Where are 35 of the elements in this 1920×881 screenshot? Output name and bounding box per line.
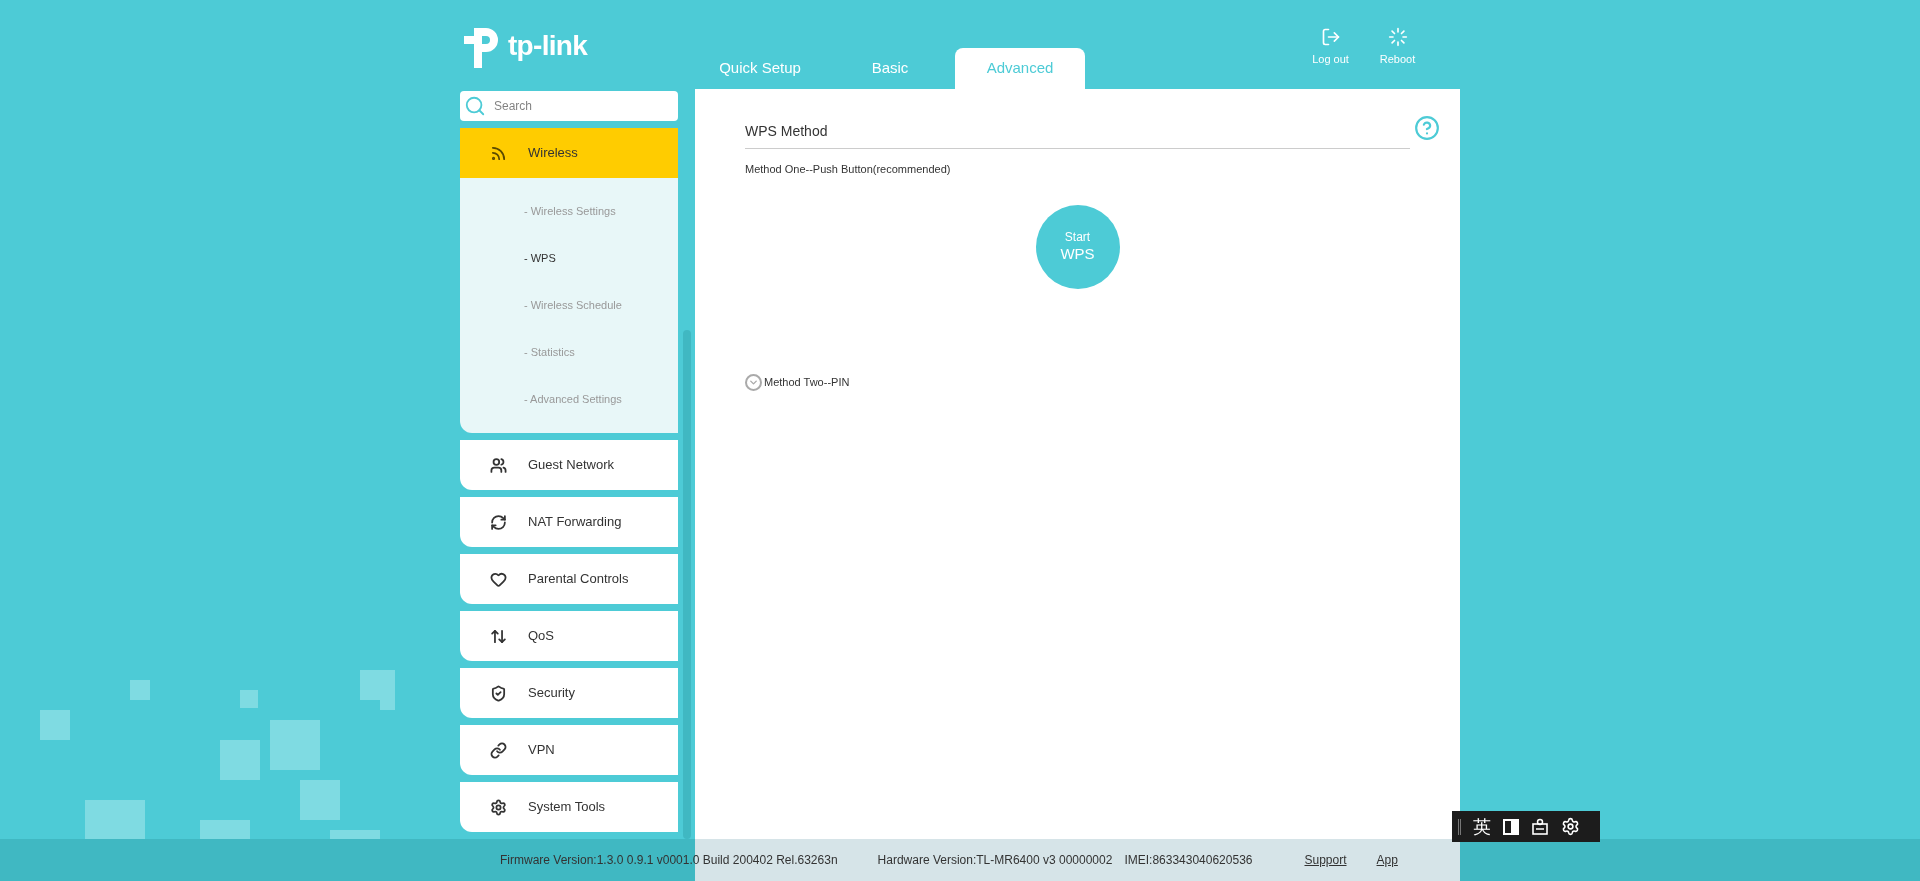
settings-icon[interactable]: [1561, 817, 1580, 836]
ime-language-button[interactable]: 英: [1473, 817, 1491, 836]
wifi-icon: [490, 144, 507, 162]
section-title: WPS Method: [745, 122, 828, 141]
chevron-down-icon: [745, 373, 762, 391]
imei-text: IMEI:863343040620536: [1124, 852, 1253, 869]
refresh-icon: [490, 513, 507, 531]
logout-icon: [1320, 26, 1341, 47]
sidebar-item[interactable]: Guest Network: [460, 440, 678, 490]
people-icon: [490, 456, 507, 474]
heart-icon: [490, 570, 507, 588]
submenu-item[interactable]: - WPS: [460, 235, 678, 282]
search-icon: [464, 95, 486, 117]
shield-icon: [490, 684, 507, 702]
footer-link[interactable]: Support: [1304, 851, 1347, 869]
method-two-toggle[interactable]: Method Two--PIN: [745, 373, 850, 391]
sidebar-item[interactable]: QoS: [460, 611, 678, 661]
search-field[interactable]: Search: [460, 91, 678, 121]
sidebar-item[interactable]: System Tools: [460, 782, 678, 832]
sidebar-item[interactable]: NAT Forwarding: [460, 497, 678, 547]
half-square-icon[interactable]: [1503, 818, 1519, 835]
loader-icon: [1387, 26, 1408, 47]
sidebar-item[interactable]: Wireless: [460, 128, 678, 178]
toolbox-icon[interactable]: [1531, 817, 1549, 836]
logo: tp-link: [460, 22, 695, 70]
gear-icon: [490, 798, 507, 816]
sidebar-item[interactable]: Security: [460, 668, 678, 718]
sidebar-item[interactable]: Parental Controls: [460, 554, 678, 604]
sidebar-item[interactable]: VPN: [460, 725, 678, 775]
method-one-label: Method One--Push Button(recommended): [745, 162, 952, 177]
link-icon: [490, 741, 507, 759]
footer-link[interactable]: App: [1376, 851, 1398, 869]
grip-icon: [1458, 818, 1461, 835]
hardware-version: Hardware Version:TL-MR6400 v3 00000002: [877, 852, 1113, 869]
up-down-arrows-icon: [490, 627, 507, 645]
